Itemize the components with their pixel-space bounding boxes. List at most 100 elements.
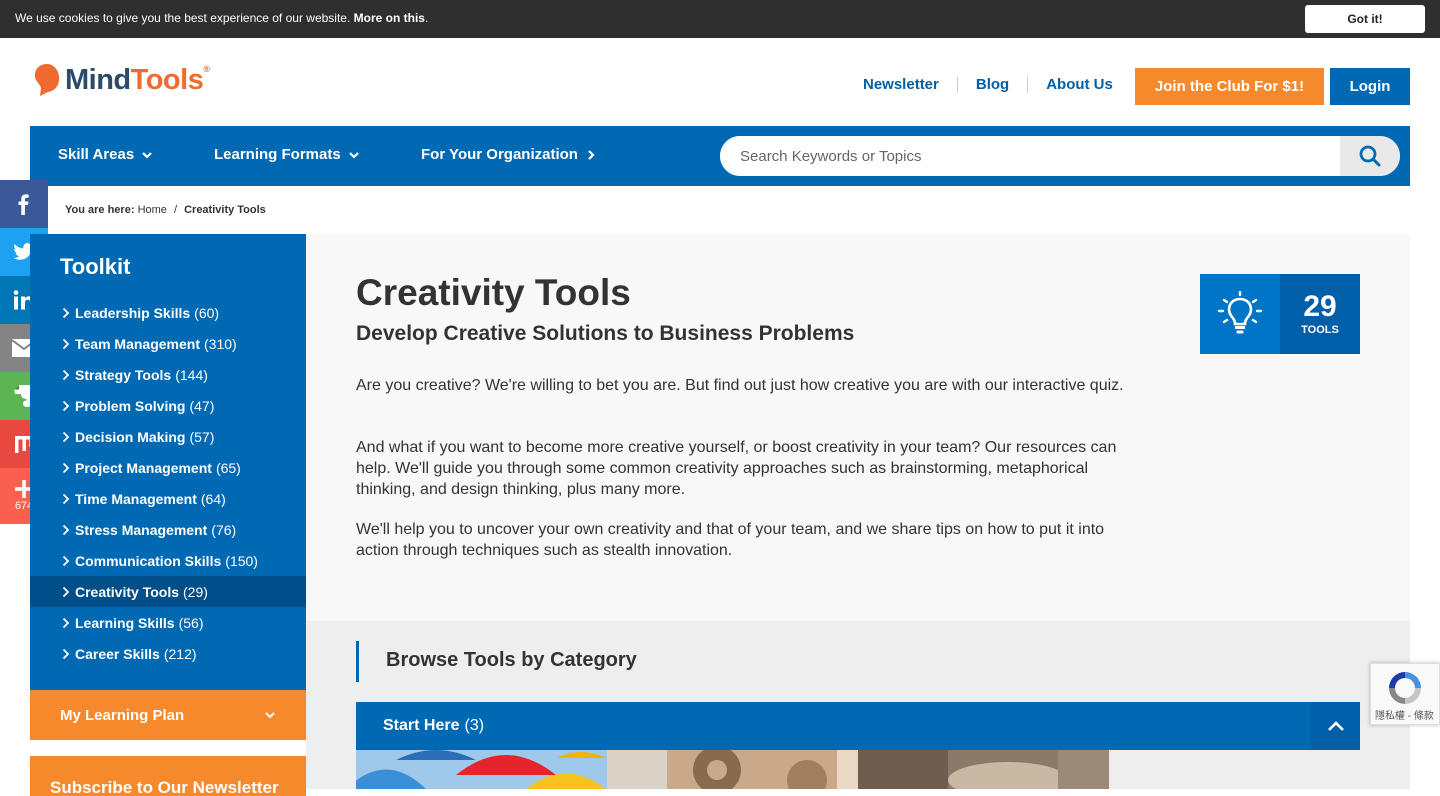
start-here-category-header[interactable]: Start Here (3) [356, 702, 1311, 750]
sidebar-item-label: Decision Making [75, 428, 186, 445]
sidebar-item-count: (212) [163, 645, 197, 662]
main-nav: Skill Areas Learning Formats For Your Or… [30, 126, 1410, 186]
chevron-right-icon [588, 149, 595, 160]
tool-thumbnail[interactable] [356, 750, 607, 789]
desk-image [858, 750, 1109, 789]
section-accent-bar [356, 641, 359, 682]
sidebar-item-strategy-tools[interactable]: Strategy Tools (144) [30, 359, 306, 390]
login-button[interactable]: Login [1330, 68, 1410, 105]
sidebar-item-label: Learning Skills [75, 614, 175, 631]
browse-section: Browse Tools by Category Start Here (3) [306, 621, 1410, 789]
nav-label: For Your Organization [421, 146, 578, 163]
my-learning-plan-toggle[interactable]: My Learning Plan [30, 690, 306, 740]
recaptcha-badge[interactable]: 隱私權 - 條款 [1370, 663, 1440, 725]
intro-paragraph: Are you creative? We're willing to bet y… [356, 377, 1124, 394]
sidebar-item-count: (29) [183, 583, 208, 600]
recaptcha-links[interactable]: 隱私權 - 條款 [1375, 707, 1434, 722]
cookie-more-link[interactable]: More on this [354, 11, 425, 25]
chevron-down-icon [348, 151, 359, 159]
sidebar-item-problem-solving[interactable]: Problem Solving (47) [30, 390, 306, 421]
chevron-right-icon [62, 586, 70, 597]
breadcrumb-prefix: You are here: [65, 204, 135, 216]
newsletter-link[interactable]: Newsletter [863, 76, 939, 93]
sidebar-item-stress-management[interactable]: Stress Management (76) [30, 514, 306, 545]
chevron-right-icon [62, 400, 70, 411]
sidebar-item-label: Team Management [75, 335, 200, 352]
logo-registered: ® [203, 63, 210, 74]
breadcrumb-home-link[interactable]: Home [138, 204, 167, 216]
sidebar-item-label: Leadership Skills [75, 304, 191, 321]
sidebar-item-time-management[interactable]: Time Management (64) [30, 483, 306, 514]
breadcrumb-current: Creativity Tools [184, 204, 266, 216]
chevron-down-icon [142, 151, 152, 159]
gears-image [607, 750, 858, 789]
chevron-right-icon [62, 524, 70, 535]
category-count: (3) [464, 717, 485, 734]
intro-paragraph: And what if you want to become more crea… [356, 439, 1117, 498]
umbrellas-image [356, 750, 607, 789]
facebook-icon [18, 194, 29, 215]
divider [1027, 76, 1029, 93]
sidebar-item-label: Creativity Tools [75, 583, 179, 600]
sidebar-item-count: (57) [189, 428, 215, 445]
browse-title: Browse Tools by Category [386, 649, 637, 671]
cookie-accept-button[interactable]: Got it! [1305, 5, 1425, 33]
logo-mind: Mind [65, 63, 131, 96]
chevron-right-icon [62, 648, 70, 659]
sidebar-item-project-management[interactable]: Project Management (65) [30, 452, 306, 483]
chevron-right-icon [62, 617, 70, 628]
chevron-right-icon [62, 369, 70, 380]
tool-thumbnail[interactable] [858, 750, 1109, 789]
cookie-suffix: . [424, 11, 429, 25]
main-content: Creativity Tools Develop Creative Soluti… [306, 234, 1410, 621]
join-club-button[interactable]: Join the Club For $1! [1135, 68, 1324, 105]
sidebar-item-label: Career Skills [75, 645, 160, 662]
sidebar-item-count: (65) [215, 459, 241, 476]
tool-thumbnail[interactable] [607, 750, 858, 789]
lightbulb-icon [1217, 291, 1263, 334]
recaptcha-icon [1389, 672, 1421, 704]
nav-for-your-organization[interactable]: For Your Organization [421, 146, 597, 163]
sidebar-item-label: Stress Management [75, 521, 208, 538]
collapse-category-button[interactable] [1311, 702, 1360, 750]
sidebar-item-count: (310) [204, 335, 237, 352]
sidebar-item-count: (60) [194, 304, 220, 321]
tools-count-badge: 29 TOOLS [1200, 274, 1360, 354]
sidebar-item-label: Strategy Tools [75, 366, 172, 383]
category-name: Start Here [383, 717, 460, 734]
sidebar-item-decision-making[interactable]: Decision Making (57) [30, 421, 306, 452]
sidebar-item-count: (47) [189, 397, 215, 414]
sidebar-list: Leadership Skills (60) Team Management (310… [30, 297, 306, 669]
chevron-right-icon [62, 431, 70, 442]
learning-plan-label: My Learning Plan [60, 706, 185, 724]
mindtools-logo[interactable]: MindTools® [33, 60, 210, 100]
search-icon [1359, 145, 1381, 167]
nav-label: Learning Formats [214, 146, 341, 163]
nav-learning-formats[interactable]: Learning Formats [214, 146, 360, 163]
logo-wordmark: MindTools® [65, 63, 210, 97]
sidebar-title: Toolkit [60, 254, 131, 279]
sidebar-item-count: (144) [175, 366, 208, 383]
newsletter-signup-box: Subscribe to Our Newsletter [30, 756, 306, 796]
breadcrumb-separator: / [173, 204, 178, 216]
blog-link[interactable]: Blog [976, 76, 1009, 93]
chevron-right-icon [62, 338, 70, 349]
sidebar-item-learning-skills[interactable]: Learning Skills (56) [30, 607, 306, 638]
facebook-share-button[interactable] [0, 180, 48, 228]
sidebar-item-leadership-skills[interactable]: Leadership Skills (60) [30, 297, 306, 328]
cookie-text: We use cookies to give you the best expe… [15, 11, 354, 25]
nav-skill-areas[interactable]: Skill Areas [58, 146, 153, 163]
sidebar-item-label: Project Management [75, 459, 212, 476]
badge-label: TOOLS [1301, 324, 1339, 336]
sidebar-item-career-skills[interactable]: Career Skills (212) [30, 638, 306, 669]
sidebar-item-team-management[interactable]: Team Management (310) [30, 328, 306, 359]
about-us-link[interactable]: About Us [1046, 76, 1113, 93]
sidebar-item-communication-skills[interactable]: Communication Skills (150) [30, 545, 306, 576]
badge-number: 29 [1303, 290, 1337, 323]
search-input[interactable] [720, 136, 1340, 176]
sidebar-item-creativity-tools[interactable]: Creativity Tools (29) [30, 576, 306, 607]
sidebar-item-count: (56) [178, 614, 204, 631]
chevron-up-icon [1327, 721, 1344, 731]
search-button[interactable] [1340, 136, 1400, 176]
badge-count: 29 TOOLS [1280, 274, 1360, 354]
